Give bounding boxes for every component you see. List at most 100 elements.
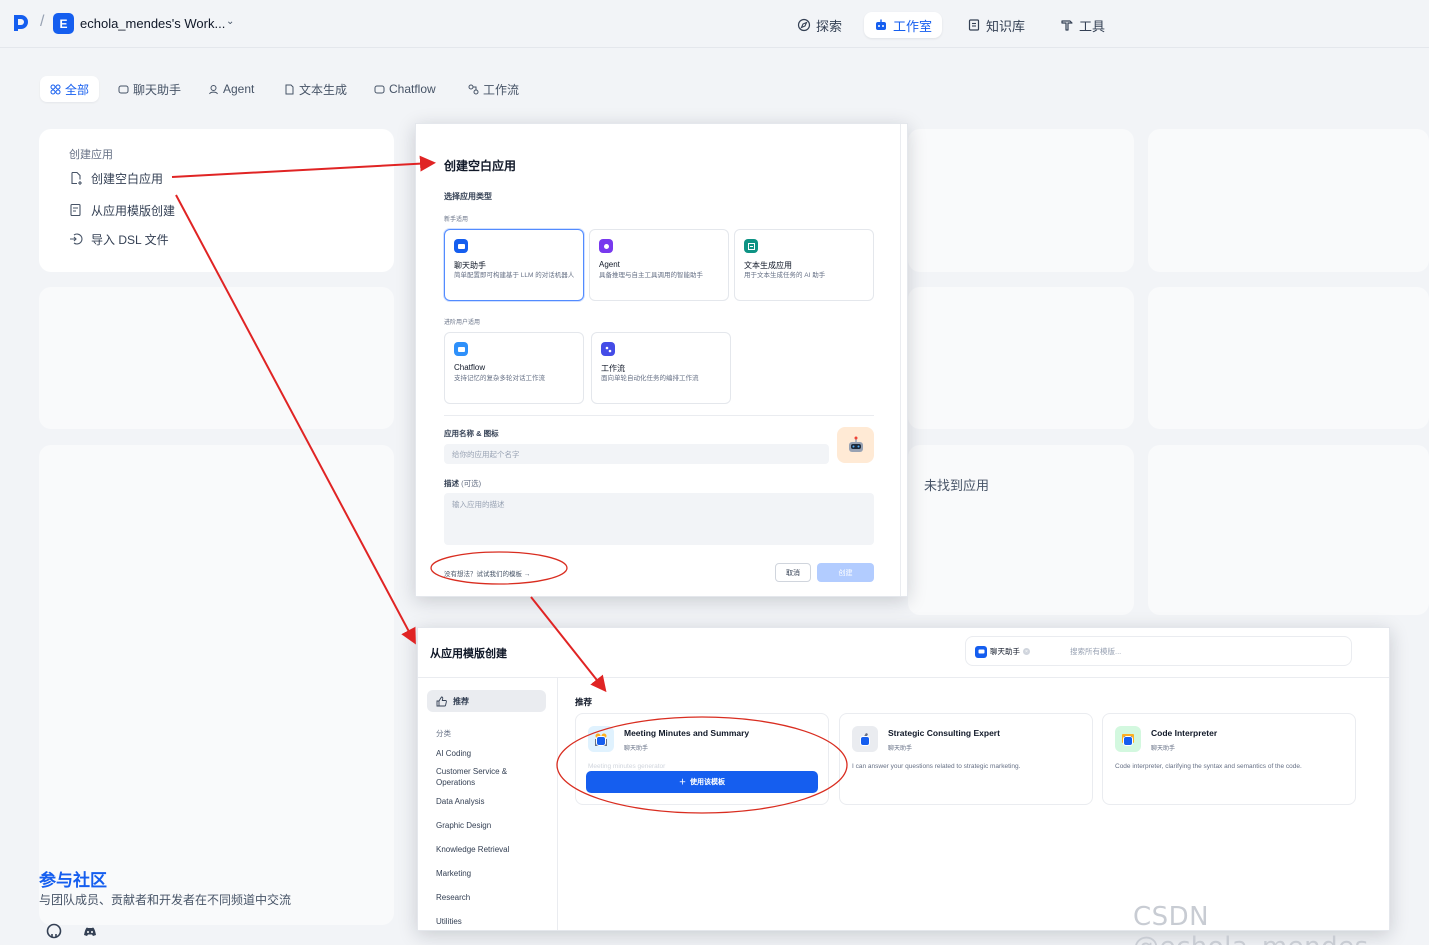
type-card-agent[interactable]: Agent 具备推理与自主工具调用的智能助手 <box>589 229 729 301</box>
type-name: 工作流 <box>601 364 625 373</box>
app-name-input[interactable]: 给你的应用起个名字 <box>444 444 829 464</box>
book-icon <box>968 19 980 31</box>
type-desc: 简单配置即可构建基于 LLM 的对话机器人 <box>454 272 575 279</box>
create-blank-app-button[interactable]: 创建空白应用 <box>69 169 163 187</box>
nav-studio[interactable]: 工作室 <box>864 12 943 38</box>
tab-workflow[interactable]: 工作流 <box>458 76 529 102</box>
template-card-code-interpreter[interactable]: Code Interpreter 聊天助手 Code interpreter, … <box>1102 713 1356 805</box>
app-card-placeholder <box>908 287 1134 429</box>
template-name: Code Interpreter <box>1151 728 1218 738</box>
app-card-placeholder <box>39 445 394 925</box>
app-card-placeholder <box>1148 287 1429 429</box>
hammer-icon <box>1061 20 1073 31</box>
tab-chatflow[interactable]: Chatflow <box>364 76 446 102</box>
template-type: 聊天助手 <box>624 746 649 752</box>
workspace-name[interactable]: echola_mendes's Work... <box>80 16 225 31</box>
plus-icon: ＋ <box>679 779 686 786</box>
create-from-template-button[interactable]: 从应用模版创建 <box>69 201 175 219</box>
tab-all-label: 全部 <box>65 82 90 97</box>
grid-icon <box>50 84 61 94</box>
beginner-label: 新手适用 <box>444 217 469 223</box>
chat-bubble-icon <box>118 85 129 93</box>
app-card-placeholder <box>908 445 1134 615</box>
type-name: 文本生成应用 <box>744 261 792 270</box>
type-card-workflow[interactable]: 工作流 面向单轮自动化任务的编排工作流 <box>591 332 731 404</box>
app-icon-picker[interactable] <box>837 427 874 463</box>
category-item[interactable]: Graphic Design <box>436 820 546 831</box>
app-name-label: 应用名称 & 图标 <box>444 429 499 438</box>
import-dsl-label: 导入 DSL 文件 <box>91 232 169 247</box>
community-subtitle: 与团队成员、贡献者和开发者在不同频道中交流 <box>39 893 292 907</box>
thumbs-up-icon <box>436 696 447 706</box>
github-icon[interactable] <box>46 923 62 939</box>
use-template-label: 使用该模板 <box>690 779 725 786</box>
template-search-input[interactable]: 搜索所有模版... <box>1070 646 1121 657</box>
optional-label: (可选) <box>461 479 482 488</box>
template-name: Meeting Minutes and Summary <box>624 728 750 738</box>
nav-explore[interactable]: 探索 <box>787 12 852 38</box>
template-desc: I can answer your questions related to s… <box>852 763 1021 770</box>
divider <box>444 415 874 416</box>
nav-knowledge[interactable]: 知识库 <box>957 12 1035 38</box>
discord-icon[interactable] <box>82 923 98 939</box>
app-card-placeholder <box>39 287 394 429</box>
dialog-title: 创建空白应用 <box>444 159 517 173</box>
cancel-button[interactable]: 取消 <box>775 563 811 582</box>
category-item[interactable]: Customer Service & Operations <box>436 766 546 788</box>
use-template-button[interactable]: ＋ 使用该模板 <box>586 771 818 793</box>
robot-icon <box>876 19 886 30</box>
app-card-placeholder <box>908 129 1134 272</box>
tab-chat-assistant[interactable]: 聊天助手 <box>108 76 191 102</box>
template-desc: Code interpreter, clarifying the syntax … <box>1115 763 1302 770</box>
category-item[interactable]: Data Analysis <box>436 796 546 807</box>
breadcrumb-separator: / <box>40 13 45 30</box>
advanced-label: 进阶用户适用 <box>444 320 481 326</box>
type-desc: 具备推理与自主工具调用的智能助手 <box>599 272 703 279</box>
recommend-category-button[interactable]: 推荐 <box>427 690 546 712</box>
tab-text-generation[interactable]: 文本生成 <box>274 76 357 102</box>
empty-state-text: 未找到应用 <box>924 478 990 493</box>
type-desc: 用于文本生成任务的 AI 助手 <box>744 272 826 279</box>
category-item[interactable]: AI Coding <box>436 748 546 759</box>
file-plus-icon <box>71 171 82 185</box>
app-type-label: 选择应用类型 <box>444 192 492 201</box>
chevron-down-icon[interactable]: ⌄ <box>226 16 234 27</box>
category-item[interactable]: Utilities <box>436 916 546 927</box>
import-dsl-button[interactable]: 导入 DSL 文件 <box>69 230 169 248</box>
workspace-avatar[interactable]: E <box>53 13 74 34</box>
chat-assistant-badge-icon <box>1123 736 1133 746</box>
type-desc: 支持记忆的复杂多轮对话工作流 <box>454 375 545 382</box>
template-name: Strategic Consulting Expert <box>888 728 1000 738</box>
template-card-strategic-consulting[interactable]: Strategic Consulting Expert 聊天助手 I can a… <box>839 713 1093 805</box>
create-blank-label: 创建空白应用 <box>91 171 164 186</box>
tab-text-label: 文本生成 <box>299 82 348 97</box>
filter-chip-chat-assistant[interactable]: 聊天助手 × <box>975 645 1030 658</box>
nav-studio-label: 工作室 <box>893 18 933 34</box>
type-name: 聊天助手 <box>454 261 486 270</box>
app-card-placeholder <box>1148 129 1429 272</box>
type-card-chat-assistant[interactable]: 聊天助手 简单配置即可构建基于 LLM 的对话机器人 <box>444 229 584 301</box>
nav-tools[interactable]: 工具 <box>1050 12 1115 38</box>
category-item[interactable]: Marketing <box>436 868 546 879</box>
clear-filter-icon[interactable]: × <box>1023 648 1030 655</box>
dify-logo-icon[interactable] <box>12 14 30 32</box>
tab-chatflow-label: Chatflow <box>389 82 436 96</box>
tab-all[interactable]: 全部 <box>40 76 100 102</box>
chat-assistant-badge-icon <box>860 736 870 746</box>
category-item[interactable]: Knowledge Retrieval <box>436 844 546 855</box>
description-label: 描述 (可选) <box>444 479 482 488</box>
watermark: CSDN @echola_mendes <box>1133 902 1368 945</box>
divider <box>557 678 558 930</box>
chatflow-icon <box>374 85 385 93</box>
template-card-meeting-minutes[interactable]: Meeting Minutes and Summary 聊天助手 Meeting… <box>575 713 829 805</box>
type-card-chatflow[interactable]: Chatflow 支持记忆的复杂多轮对话工作流 <box>444 332 584 404</box>
category-item[interactable]: Research <box>436 892 546 903</box>
tab-agent[interactable]: Agent <box>198 76 264 102</box>
recommend-label: 推荐 <box>453 696 469 706</box>
agent-icon <box>209 84 218 94</box>
create-button[interactable]: 创建 <box>817 563 874 582</box>
type-card-text-generation[interactable]: 文本生成应用 用于文本生成任务的 AI 助手 <box>734 229 874 301</box>
description-input[interactable]: 输入应用的描述 <box>444 493 874 545</box>
nav-knowledge-label: 知识库 <box>986 18 1026 34</box>
try-template-link[interactable]: 没有想法？试试我们的模板 → <box>444 568 530 578</box>
